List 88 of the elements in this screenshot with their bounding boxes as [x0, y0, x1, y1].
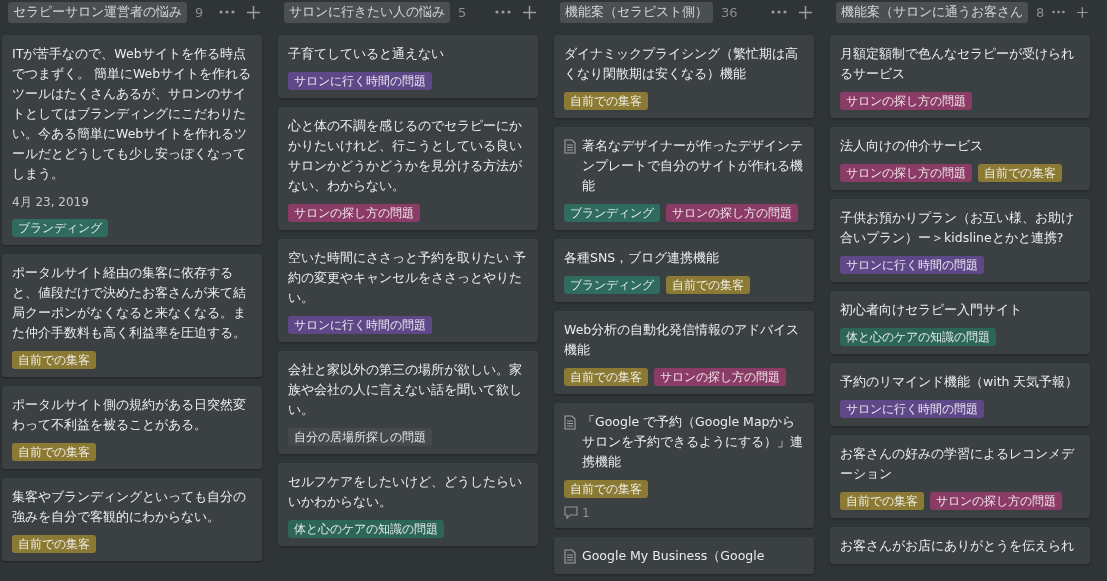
card-text: セルフケアをしたいけど、どうしたらいいかわからない。	[288, 473, 523, 511]
card-date: 4月 23, 2019	[12, 194, 90, 211]
tag: 自前での集客	[840, 492, 924, 510]
card[interactable]: ITが苦手なので、Webサイトを作る時点でつまずく。 簡単にWebサイトを作れるツールはたくさんあるが、サロンのサイトとしてはブランディングにこだわりたい。今ある簡単にWebサイトを作れるツールだとどうしても少し安っぽくなってしまう。 4月 23, 2019 ブランディング	[2, 35, 262, 245]
card-text: 集客やブランディングといっても自分の強みを自分で客観的にわからない。	[12, 488, 247, 526]
card-text: 「Google で予約（Google Mapからサロンを予約できるようにする）」連携機能	[582, 413, 804, 471]
card-text: ダイナミックプライシング（繁忙期は高くなり閑散期は安くなる）機能	[564, 45, 799, 83]
column-title: サロンに行きたい人の悩み	[284, 1, 450, 23]
column-title: 機能案（セラピスト側）	[560, 1, 713, 23]
card-count: 9	[195, 4, 205, 20]
card-text: お客さんがお店にありがとうを伝えられ	[840, 537, 1075, 555]
comment-count: 1	[582, 506, 590, 520]
card-text: 月額定額制で色んなセラピーが受けられるサービス	[840, 45, 1075, 83]
tag: サロンに行く時間の問題	[840, 400, 984, 418]
card[interactable]: 子供お預かりプラン（お互い様、お助け合いプラン）ー＞kidslineとかと連携? サロンに行く時間の問題	[830, 199, 1090, 282]
card-text: 空いた時間にささっと予約を取りたい 予約の変更やキャンセルをささっとやりたい。	[288, 249, 527, 307]
more-icon[interactable]	[495, 10, 511, 14]
card[interactable]: 「Google で予約（Google Mapからサロンを予約できるようにする）」連携機能 自前での集客 1	[554, 403, 814, 528]
tag: 体と心のケアの知識の問題	[288, 520, 444, 538]
tag: 自前での集客	[12, 535, 96, 553]
card[interactable]: 会社と家以外の第三の場所が欲しい。家族や会社の人に言えない話を聞いて欲しい。 自分の居場所探しの問題	[278, 351, 538, 454]
tag: ブランディング	[12, 219, 108, 237]
card-text: 会社と家以外の第三の場所が欲しい。家族や会社の人に言えない話を聞いて欲しい。	[288, 361, 523, 419]
card[interactable]: お客さんがお店にありがとうを伝えられ	[830, 527, 1090, 564]
tag: サロンの探し方の問題	[930, 492, 1062, 510]
card[interactable]: Google My Business（Google	[554, 537, 814, 574]
tag: 自前での集客	[12, 351, 96, 369]
comment-icon	[564, 506, 578, 520]
add-icon[interactable]	[523, 5, 536, 19]
card-text: 著名なデザイナーが作ったデザインテンプレートで自分のサイトが作れる機能	[582, 137, 804, 195]
tag: サロンの探し方の問題	[288, 204, 420, 222]
card-text: 予約のリマインド機能（with 天気予報）	[840, 373, 1080, 391]
card-text: お客さんの好みの学習によるレコンメデーション	[840, 445, 1076, 483]
tag: 自前での集客	[564, 480, 648, 498]
tag: ブランディング	[564, 276, 660, 294]
card[interactable]: 月額定額制で色んなセラピーが受けられるサービス サロンの探し方の問題	[830, 35, 1090, 118]
tag: 自前での集客	[666, 276, 750, 294]
card-text: 法人向けの仲介サービス	[840, 137, 984, 155]
card-count: 36	[721, 4, 739, 20]
card-text: Google My Business（Google	[582, 547, 766, 565]
tag: サロンに行く時間の問題	[288, 72, 432, 90]
card[interactable]: Web分析の自動化発信情報のアドバイス機能 自前での集客 サロンの探し方の問題	[554, 311, 814, 394]
card[interactable]: ダイナミックプライシング（繁忙期は高くなり閑散期は安くなる）機能 自前での集客	[554, 35, 814, 118]
card[interactable]: 心と体の不調を感じるのでセラピーにかかりたいけれど、行こうとしている良いサロンかどうかどうかを見分ける方法がない、わからない。 サロンの探し方の問題	[278, 107, 538, 230]
tag: 体と心のケアの知識の問題	[840, 328, 996, 346]
tag: 自前での集客	[12, 443, 96, 461]
column-title: 機能案（サロンに通うお客さん	[836, 1, 1028, 23]
more-icon[interactable]	[1052, 10, 1066, 14]
card[interactable]: 空いた時間にささっと予約を取りたい 予約の変更やキャンセルをささっとやりたい。 サロンに行く時間の問題	[278, 239, 538, 342]
tag: 自前での集客	[978, 164, 1062, 182]
card-count: 5	[458, 4, 468, 20]
column-title: セラピーサロン運営者の悩み	[8, 1, 187, 23]
card[interactable]: 子育てしていると通えない サロンに行く時間の問題	[278, 35, 538, 98]
card-text: 心と体の不調を感じるのでセラピーにかかりたいけれど、行こうとしている良いサロンかどうかどうかを見分ける方法がない、わからない。	[288, 117, 523, 195]
card-text: ポータルサイト側の規約がある日突然変わって不利益を被ることがある。	[12, 396, 247, 434]
tag: サロンの探し方の問題	[666, 204, 798, 222]
card[interactable]: 初心者向けセラピー入門サイト 体と心のケアの知識の問題	[830, 291, 1090, 354]
tag: サロンの探し方の問題	[840, 164, 972, 182]
card-text: ポータルサイト経由の集客に依存すると、値段だけで決めたお客さんが来て結局クーポンがなくなると来なくなる。また仲介手数料も高く利益率を圧迫する。	[12, 264, 247, 342]
tag: 自前での集客	[564, 92, 648, 110]
card-count: 8	[1036, 4, 1045, 20]
tag: 自前での集客	[564, 368, 648, 386]
card[interactable]: セルフケアをしたいけど、どうしたらいいかわからない。 体と心のケアの知識の問題	[278, 463, 538, 546]
card-text: 子育てしていると通えない	[288, 45, 445, 63]
add-icon[interactable]	[247, 5, 260, 19]
card[interactable]: ポータルサイト経由の集客に依存すると、値段だけで決めたお客さんが来て結局クーポンがなくなると来なくなる。また仲介手数料も高く利益率を圧迫する。 自前での集客	[2, 254, 262, 377]
card[interactable]: ポータルサイト側の規約がある日突然変わって不利益を被ることがある。 自前での集客	[2, 386, 262, 469]
tag: サロンの探し方の問題	[840, 92, 972, 110]
tag: サロンに行く時間の問題	[288, 316, 432, 334]
card-text: ITが苦手なので、Webサイトを作る時点でつまずく。 簡単にWebサイトを作れるツールはたくさんあるが、サロンのサイトとしてはブランディングにこだわりたい。今ある簡単にWebサイトを作れるツールだとどうしても少し安っぽくなってしまう。	[12, 45, 252, 183]
card-text: 初心者向けセラピー入門サイト	[840, 301, 1023, 319]
card-text: 各種SNS，ブログ連携機能	[564, 249, 721, 267]
card[interactable]: 予約のリマインド機能（with 天気予報） サロンに行く時間の問題	[830, 363, 1090, 426]
card[interactable]: 各種SNS，ブログ連携機能 ブランディング 自前での集客	[554, 239, 814, 302]
add-icon[interactable]	[1077, 5, 1088, 19]
more-icon[interactable]	[771, 10, 787, 14]
tag: 自分の居場所探しの問題	[288, 428, 432, 446]
card[interactable]: 法人向けの仲介サービス サロンの探し方の問題 自前での集客	[830, 127, 1090, 190]
card[interactable]: 著名なデザイナーが作ったデザインテンプレートで自分のサイトが作れる機能 ブランディング サロンの探し方の問題	[554, 127, 814, 230]
more-icon[interactable]	[219, 10, 235, 14]
tag: ブランディング	[564, 204, 660, 222]
card-text: Web分析の自動化発信情報のアドバイス機能	[564, 321, 801, 359]
card[interactable]: 集客やブランディングといっても自分の強みを自分で客観的にわからない。 自前での集客	[2, 478, 262, 561]
tag: サロンに行く時間の問題	[840, 256, 984, 274]
tag: サロンの探し方の問題	[654, 368, 786, 386]
add-icon[interactable]	[799, 5, 812, 19]
card-text: 子供お預かりプラン（お互い様、お助け合いプラン）ー＞kidslineとかと連携?	[840, 209, 1075, 247]
card[interactable]: お客さんの好みの学習によるレコンメデーション 自前での集客 サロンの探し方の問題	[830, 435, 1090, 518]
